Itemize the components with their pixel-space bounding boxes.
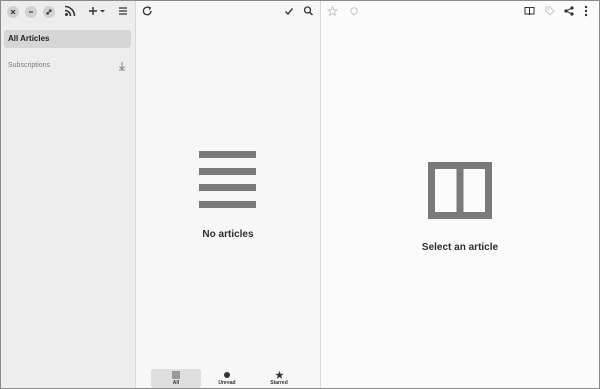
tab-starred[interactable]: Starred: [254, 369, 304, 388]
feed-button[interactable]: [64, 5, 76, 17]
tab-label: All: [172, 380, 180, 386]
empty-list-icon: [199, 151, 256, 209]
star-outline-icon: [327, 5, 338, 17]
filter-tabbar: All Unread Starred: [136, 367, 320, 388]
book-icon: [524, 7, 535, 16]
main-menu-button[interactable]: [118, 5, 128, 17]
mark-unread-button[interactable]: [349, 5, 359, 17]
app-window: All Articles Subscriptions No articles A…: [0, 0, 600, 389]
article-content-pane: Select an article: [321, 1, 599, 388]
search-icon: [303, 6, 314, 16]
article-list-header: [136, 1, 320, 23]
sort-subscriptions-button[interactable]: [117, 61, 127, 71]
tab-all[interactable]: All: [151, 369, 201, 388]
tag-button[interactable]: [545, 5, 555, 17]
close-window-button[interactable]: [7, 6, 19, 18]
share-icon: [564, 6, 574, 16]
tab-label: Starred: [270, 380, 288, 386]
list-icon: [172, 371, 180, 379]
content-header: [321, 1, 599, 23]
minimize-icon: [29, 11, 33, 13]
refresh-button[interactable]: [142, 5, 153, 17]
sidebar-item-label: All Articles: [8, 34, 50, 43]
share-button[interactable]: [564, 5, 574, 17]
sidebar: All Articles Subscriptions: [1, 1, 136, 388]
minimize-window-button[interactable]: [25, 6, 37, 18]
sidebar-header: [1, 1, 135, 23]
dot-icon: [224, 372, 230, 378]
search-button[interactable]: [303, 5, 314, 17]
list-placeholder-icon: [199, 151, 256, 208]
reader-placeholder-icon: [428, 162, 492, 219]
maximize-window-button[interactable]: [43, 6, 55, 18]
tab-unread[interactable]: Unread: [202, 369, 252, 388]
circle-outline-icon: [350, 7, 358, 15]
maximize-icon: [46, 9, 52, 15]
more-vertical-icon: [584, 5, 588, 17]
star-icon: [274, 371, 284, 379]
star-article-button[interactable]: [327, 5, 338, 17]
close-icon: [10, 9, 16, 15]
sidebar-item-all-articles[interactable]: All Articles: [4, 30, 131, 48]
tag-icon: [545, 6, 555, 16]
plus-dropdown-icon: [89, 7, 105, 15]
empty-content-message: Select an article: [421, 242, 499, 253]
empty-content-icon: [428, 162, 492, 219]
hamburger-menu-icon: [119, 7, 127, 15]
rss-icon: [64, 5, 76, 17]
subscriptions-header: Subscriptions: [8, 62, 51, 69]
check-icon: [285, 8, 294, 16]
empty-list-message: No articles: [202, 229, 254, 240]
article-list-pane: No articles All Unread Starred: [136, 1, 321, 388]
tab-label: Unread: [218, 380, 236, 386]
more-options-button[interactable]: [583, 5, 589, 17]
reader-view-button[interactable]: [524, 5, 535, 17]
mark-all-read-button[interactable]: [284, 5, 294, 17]
sort-down-icon: [119, 62, 125, 71]
refresh-icon: [142, 6, 152, 16]
add-menu-button[interactable]: [88, 5, 106, 17]
